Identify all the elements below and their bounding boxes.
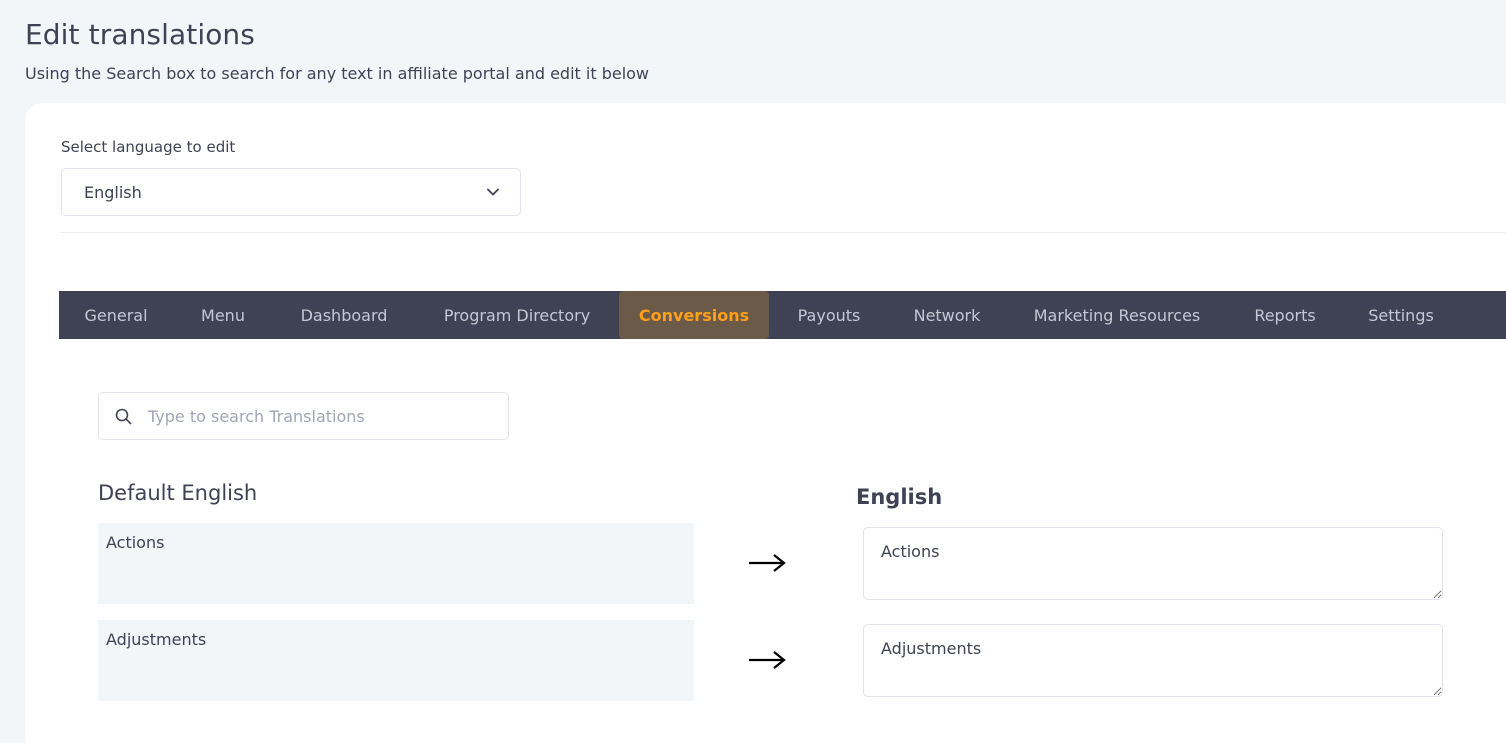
tab-settings[interactable]: Settings <box>1341 291 1461 339</box>
page-subtitle: Using the Search box to search for any t… <box>25 64 650 83</box>
language-select[interactable]: English <box>61 168 521 216</box>
search-box <box>98 392 509 440</box>
arrow-right-icon <box>749 651 786 669</box>
divider <box>61 232 1506 233</box>
tab-menu[interactable]: Menu <box>173 291 273 339</box>
search-input[interactable] <box>146 405 480 427</box>
default-text-adjustments: Adjustments <box>98 620 694 701</box>
tab-dashboard[interactable]: Dashboard <box>273 291 415 339</box>
language-select-value: English <box>84 182 142 202</box>
tab-network[interactable]: Network <box>889 291 1005 339</box>
default-column-title: Default English <box>98 481 258 505</box>
language-select-label: Select language to edit <box>61 138 236 156</box>
section-tabs: General Menu Dashboard Program Directory… <box>59 291 1506 339</box>
translation-input-actions[interactable]: Actions <box>863 527 1443 600</box>
tab-payouts[interactable]: Payouts <box>769 291 889 339</box>
tab-conversions[interactable]: Conversions <box>619 291 769 339</box>
chevron-down-icon <box>486 185 500 199</box>
target-column-title: English <box>856 485 943 509</box>
search-icon <box>115 408 132 424</box>
tab-reports[interactable]: Reports <box>1229 291 1341 339</box>
translations-card: Select language to edit English General … <box>25 103 1506 743</box>
page-title: Edit translations <box>25 18 255 51</box>
translation-input-adjustments[interactable]: Adjustments <box>863 624 1443 697</box>
tab-program-directory[interactable]: Program Directory <box>415 291 619 339</box>
default-text-actions: Actions <box>98 523 694 604</box>
arrow-right-icon <box>749 554 786 572</box>
tab-general[interactable]: General <box>59 291 173 339</box>
tab-marketing-resources[interactable]: Marketing Resources <box>1005 291 1229 339</box>
